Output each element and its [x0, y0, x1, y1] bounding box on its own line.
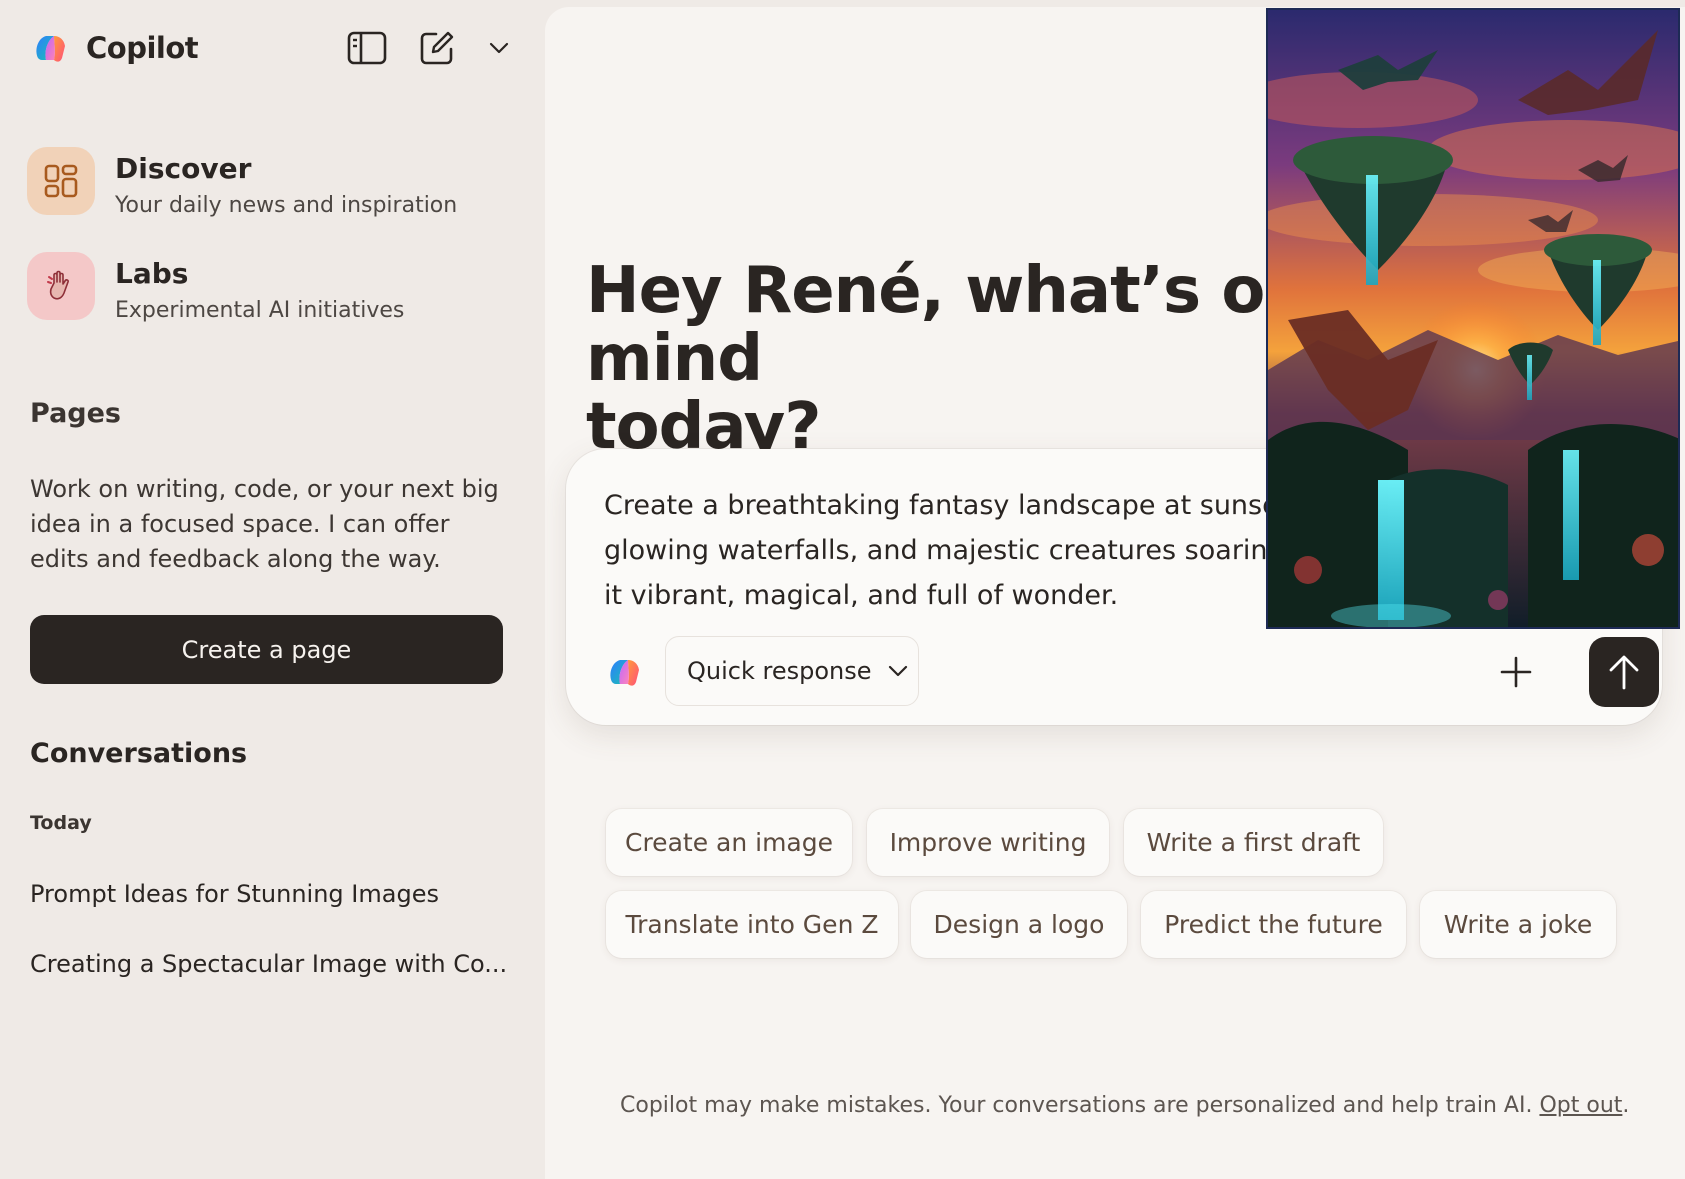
create-page-button[interactable]: Create a page [30, 615, 503, 684]
nav-discover[interactable]: Discover Your daily news and inspiration [27, 147, 457, 218]
nav-labs-subtitle: Experimental AI initiatives [115, 298, 405, 323]
suggestion-chip[interactable]: Create an image [606, 809, 852, 876]
suggestion-chip[interactable]: Write a first draft [1124, 809, 1383, 876]
hand-icon [47, 270, 69, 300]
conversation-group-label: Today [30, 812, 92, 834]
grid-icon [44, 164, 78, 198]
suggestion-chip[interactable]: Translate into Gen Z [606, 891, 898, 958]
send-button[interactable] [1589, 637, 1659, 707]
compose-icon [420, 31, 454, 65]
add-attachment-button[interactable] [1493, 649, 1539, 695]
opt-out-link[interactable]: Opt out [1539, 1093, 1622, 1118]
sidebar: Copilot Discover Your daily news and ins… [0, 0, 545, 1179]
arrow-up-icon [1609, 655, 1639, 690]
chevron-down-icon [888, 665, 907, 677]
brand[interactable]: Copilot [30, 28, 199, 68]
disclaimer: Copilot may make mistakes. Your conversa… [620, 1093, 1629, 1118]
fantasy-landscape-illustration [1268, 10, 1678, 627]
sidebar-toggle-icon [347, 31, 387, 65]
main-panel: Hey René, what’s on your mind today? Cre… [545, 7, 1685, 1179]
sidebar-toggle-button[interactable] [345, 28, 389, 68]
labs-tile [27, 252, 95, 320]
pages-description: Work on writing, code, or your next big … [30, 475, 499, 573]
copilot-logo-icon [610, 660, 639, 686]
brand-name: Copilot [86, 31, 199, 65]
chevron-down-icon [489, 42, 509, 54]
new-chat-button[interactable] [415, 28, 459, 68]
response-mode-select[interactable]: Quick response [665, 636, 919, 706]
generated-image[interactable] [1266, 8, 1680, 629]
suggestion-chip[interactable]: Write a joke [1420, 891, 1616, 958]
sidebar-toolbar [345, 28, 513, 68]
nav-labs-title: Labs [115, 257, 189, 290]
suggestion-chip[interactable]: Design a logo [911, 891, 1127, 958]
conversation-item[interactable]: Creating a Spectacular Image with Co... [30, 950, 507, 978]
conversation-item[interactable]: Prompt Ideas for Stunning Images [30, 880, 439, 908]
nav-labs[interactable]: Labs Experimental AI initiatives [27, 252, 404, 323]
suggestion-chip[interactable]: Predict the future [1141, 891, 1406, 958]
conversations-heading: Conversations [30, 738, 248, 769]
disclaimer-text: Copilot may make mistakes. Your conversa… [620, 1093, 1533, 1118]
suggestion-chip[interactable]: Improve writing [867, 809, 1109, 876]
nav-discover-subtitle: Your daily news and inspiration [115, 193, 458, 218]
copilot-logo-icon [36, 36, 65, 62]
disclaimer-period: . [1622, 1093, 1630, 1118]
menu-dropdown-button[interactable] [485, 28, 513, 68]
pages-heading: Pages [30, 398, 121, 429]
response-mode-label: Quick response [687, 657, 872, 685]
discover-tile [27, 147, 95, 215]
nav-discover-title: Discover [115, 152, 252, 185]
plus-icon [1500, 656, 1532, 688]
